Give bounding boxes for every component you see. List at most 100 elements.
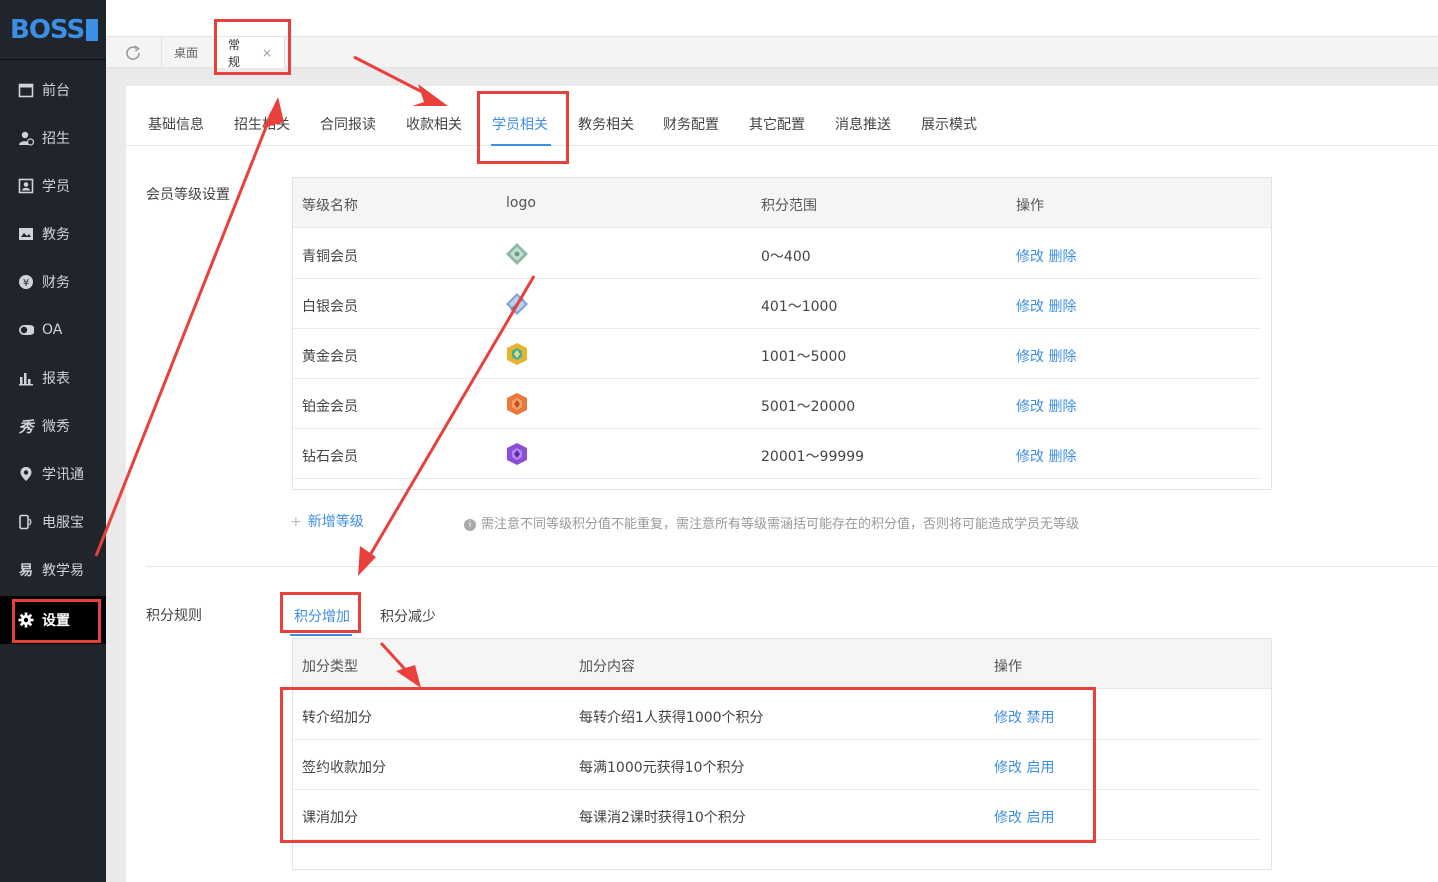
edit-link[interactable]: 修改 bbox=[1016, 349, 1044, 365]
level-name: 铂金会员 bbox=[302, 399, 358, 415]
info-icon: i bbox=[464, 519, 476, 531]
tab-points-decrease[interactable]: 积分减少 bbox=[380, 606, 436, 626]
delete-link[interactable]: 删除 bbox=[1048, 249, 1076, 265]
subnav-other[interactable]: 其它配置 bbox=[749, 114, 805, 134]
edit-link[interactable]: 修改 bbox=[1016, 399, 1044, 415]
subnav-basic-info[interactable]: 基础信息 bbox=[148, 114, 204, 134]
level-name: 钻石会员 bbox=[302, 449, 358, 465]
sidebar-item-label: 学员 bbox=[42, 179, 70, 195]
annotation-box-settings bbox=[12, 599, 101, 643]
table-header: 等级名称 logo 积分范围 操作 bbox=[293, 178, 1271, 228]
sidebar-item-xueyuan[interactable]: 学员 bbox=[0, 162, 106, 210]
sidebar-item-qiantai[interactable]: 前台 bbox=[0, 66, 106, 114]
subnav-messages[interactable]: 消息推送 bbox=[835, 114, 891, 134]
svg-text:¥: ¥ bbox=[23, 278, 29, 289]
sidebar-item-caiwu[interactable]: ¥ 财务 bbox=[0, 258, 106, 306]
edit-link[interactable]: 修改 bbox=[1016, 299, 1044, 315]
plus-icon: + bbox=[290, 514, 302, 530]
sidebar-item-weixiu[interactable]: 秀 微秀 bbox=[0, 402, 106, 450]
add-level-label: 新增等级 bbox=[307, 514, 364, 530]
column-header: 操作 bbox=[1016, 198, 1044, 214]
gold-gem-icon bbox=[507, 343, 527, 365]
sidebar-item-label: 前台 bbox=[42, 83, 70, 99]
subnav-display-mode[interactable]: 展示模式 bbox=[921, 114, 977, 134]
subnav-contract[interactable]: 合同报读 bbox=[320, 114, 376, 134]
subnav-enrollment[interactable]: 招生相关 bbox=[234, 114, 290, 134]
settings-subnav: 基础信息 招生相关 合同报读 收款相关 学员相关 教务相关 财务配置 其它配置 … bbox=[126, 86, 1438, 146]
sidebar-item-oa[interactable]: OA bbox=[0, 306, 106, 354]
table-row: 钻石会员 20001～99999 修改 删除 bbox=[293, 429, 1261, 479]
table-row: 黄金会员 1001～5000 修改 删除 bbox=[293, 329, 1261, 379]
level-name: 白银会员 bbox=[302, 299, 358, 315]
annotation-box-rules bbox=[280, 687, 1096, 843]
sidebar-item-baobiao[interactable]: 报表 bbox=[0, 354, 106, 402]
sidebar-item-label: 学讯通 bbox=[42, 467, 84, 483]
subnav-finance[interactable]: 财务配置 bbox=[663, 114, 719, 134]
sidebar-item-label: 电服宝 bbox=[42, 515, 84, 531]
silver-gem-icon bbox=[506, 293, 528, 315]
diamond-gem-icon bbox=[507, 443, 527, 465]
user-add-icon bbox=[18, 130, 34, 146]
add-level-button[interactable]: + 新增等级 bbox=[290, 511, 364, 531]
sidebar-item-jiaoxueyi[interactable]: 易 教学易 bbox=[0, 546, 106, 594]
bar-chart-icon bbox=[18, 370, 34, 386]
delete-link[interactable]: 删除 bbox=[1048, 349, 1076, 365]
delete-link[interactable]: 删除 bbox=[1048, 399, 1076, 415]
delete-link[interactable]: 删除 bbox=[1048, 449, 1076, 465]
table-header: 加分类型 加分内容 操作 bbox=[293, 639, 1271, 689]
edit-link[interactable]: 修改 bbox=[1016, 449, 1044, 465]
app-logo[interactable]: BOSS bbox=[0, 0, 106, 60]
yen-icon: ¥ bbox=[18, 274, 34, 290]
points-range: 5001～20000 bbox=[761, 399, 856, 415]
jiao-icon: 易 bbox=[19, 563, 33, 579]
hint-text: 需注意不同等级积分值不能重复，需注意所有等级需涵括可能存在的积分值，否则将可能造… bbox=[481, 517, 1080, 532]
subnav-payment[interactable]: 收款相关 bbox=[406, 114, 462, 134]
sidebar-item-label: 教学易 bbox=[42, 563, 84, 579]
subnav-academic[interactable]: 教务相关 bbox=[578, 114, 634, 134]
points-tab-indicator bbox=[290, 634, 352, 636]
column-header: 积分范围 bbox=[761, 198, 817, 214]
sidebar-item-xuexuntong[interactable]: 学讯通 bbox=[0, 450, 106, 498]
sidebar-item-dianfubao[interactable]: 电服宝 bbox=[0, 498, 106, 546]
sidebar-item-label: 微秀 bbox=[42, 419, 70, 435]
book-icon bbox=[18, 226, 34, 242]
points-range: 1001～5000 bbox=[761, 349, 847, 365]
delete-link[interactable]: 删除 bbox=[1048, 299, 1076, 315]
points-rules-section-label: 积分规则 bbox=[146, 608, 202, 624]
annotation-box-subnav bbox=[477, 91, 569, 164]
column-header: 操作 bbox=[994, 659, 1022, 675]
annotation-box-points-tab bbox=[280, 592, 361, 633]
points-range: 20001～99999 bbox=[761, 449, 865, 465]
table-row: 白银会员 401～1000 修改 删除 bbox=[293, 279, 1261, 329]
refresh-icon[interactable] bbox=[118, 42, 148, 64]
member-level-section-label: 会员等级设置 bbox=[146, 187, 230, 203]
tab-label: 桌面 bbox=[174, 46, 199, 60]
level-name: 黄金会员 bbox=[302, 349, 358, 365]
phone-icon bbox=[18, 514, 34, 530]
logo-badge bbox=[86, 18, 99, 41]
table-row: 青铜会员 0～400 修改 删除 bbox=[293, 229, 1261, 279]
column-header: 加分内容 bbox=[579, 659, 635, 675]
tab-desktop[interactable]: 桌面 bbox=[161, 37, 215, 68]
logo-text: BOSS bbox=[10, 14, 85, 45]
sidebar-item-label: 教务 bbox=[42, 227, 70, 243]
column-header: 加分类型 bbox=[302, 659, 358, 675]
sidebar-item-label: OA bbox=[42, 322, 63, 338]
member-level-table: 等级名称 logo 积分范围 操作 青铜会员 0～400 修改 删除 白银会员 … bbox=[292, 177, 1272, 490]
points-range: 0～400 bbox=[761, 249, 811, 265]
xiu-icon: 秀 bbox=[18, 417, 34, 436]
sidebar-item-label: 招生 bbox=[42, 131, 70, 147]
toggle-icon bbox=[18, 322, 34, 338]
id-card-icon bbox=[18, 178, 34, 194]
edit-link[interactable]: 修改 bbox=[1016, 249, 1044, 265]
platinum-gem-icon bbox=[507, 393, 527, 415]
column-header: logo bbox=[506, 195, 536, 211]
sidebar: BOSS 前台 招生 学员 教务 ¥ 财务 OA 报表 秀 微秀 学讯通 电服宝 bbox=[0, 0, 106, 882]
annotation-box-tab bbox=[214, 19, 291, 75]
sidebar-item-zhaosheng[interactable]: 招生 bbox=[0, 114, 106, 162]
location-pin-icon bbox=[18, 466, 34, 482]
page-tab-bar: 桌面 常规 × bbox=[106, 36, 1438, 69]
section-divider bbox=[146, 566, 1438, 567]
sidebar-item-jiaowu[interactable]: 教务 bbox=[0, 210, 106, 258]
bronze-gem-icon bbox=[506, 243, 528, 265]
